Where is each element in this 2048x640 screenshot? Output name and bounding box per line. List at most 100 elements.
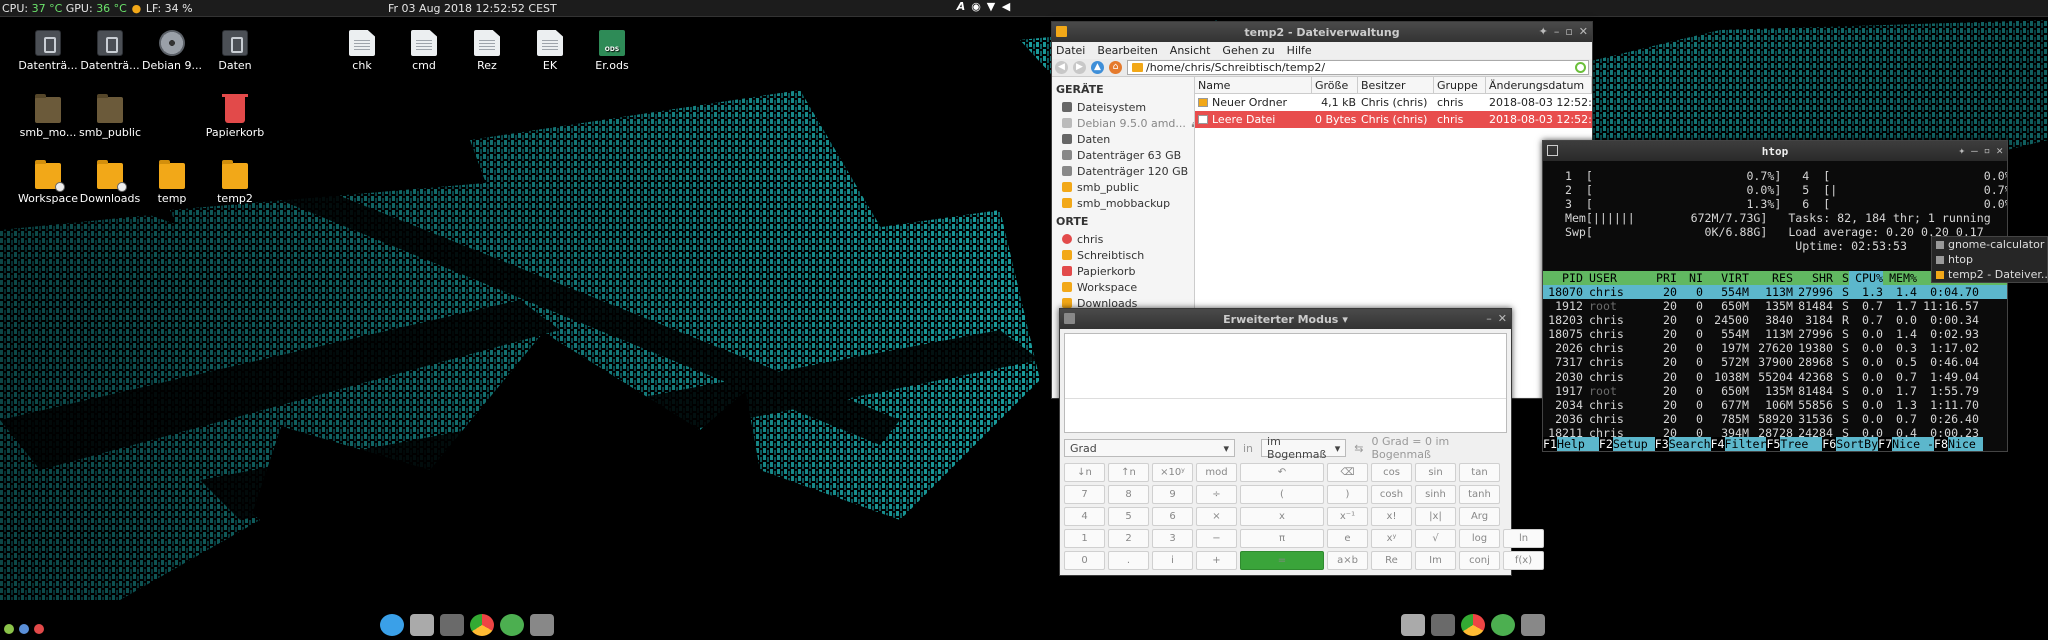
fkey-f2[interactable]: F2 [1598, 437, 1613, 451]
menu-gehen-zu[interactable]: Gehen zu [1222, 44, 1274, 57]
keyboard-layout-indicator[interactable]: A [955, 1, 967, 13]
calculator-icon[interactable] [1431, 614, 1455, 636]
desktop-icon-netfolder[interactable]: smb_public [78, 94, 142, 139]
column-header-cpu[interactable]: CPU% [1849, 271, 1883, 285]
volume-icon[interactable]: ◀ [1000, 1, 1012, 13]
sidebar-place-item[interactable]: Workspace [1056, 279, 1190, 295]
desktop-icon-folder[interactable]: temp2 [203, 160, 267, 205]
window-list-item[interactable]: temp2 - Dateiver... [1932, 267, 2047, 282]
process-row[interactable]: 18075 chris 20 0 554M 113M 27996 S 0.0 1.4 0:02.93 [1543, 327, 2007, 341]
desktop-icon-drive[interactable]: Daten [203, 30, 267, 72]
calc-key[interactable]: Re [1371, 551, 1412, 570]
calc-key[interactable]: ln [1503, 529, 1544, 548]
sidebar-device-item[interactable]: Debian 9.5.0 amd...⏏ [1056, 115, 1194, 131]
process-row[interactable]: 1917 root 20 0 650M 135M 81484 S 0.0 1.7 1:55.79 [1543, 384, 2007, 398]
calc-key[interactable]: ( [1240, 485, 1324, 504]
menu-bearbeiten[interactable]: Bearbeiten [1097, 44, 1157, 57]
column-name[interactable]: Name [1195, 77, 1312, 93]
desktop-icon-folder[interactable]: Workspace [16, 160, 80, 205]
desktop-icon-ods[interactable]: Er.ods [580, 30, 644, 72]
calc-key[interactable]: . [1108, 551, 1149, 570]
calc-key[interactable]: 2 [1108, 529, 1149, 548]
process-row[interactable]: 1912 root 20 0 650M 135M 81484 S 0.7 1.7 11:16.57 [1543, 299, 2007, 313]
desktop-icon-disc[interactable]: Debian 9... [140, 30, 204, 72]
process-row[interactable]: 7317 chris 20 0 572M 37900 28968 S 0.0 0.5 0:46.04 [1543, 355, 2007, 369]
file-row[interactable]: Neuer Ordner 4,1 kB Chris (chris) chris 2018… [1195, 94, 1592, 111]
calc-key[interactable]: tanh [1459, 485, 1500, 504]
laptop-icon[interactable] [410, 614, 434, 636]
calc-key[interactable]: − [1196, 529, 1237, 548]
forward-arrow-icon[interactable]: ▶ [1073, 61, 1086, 74]
sidebar-device-item[interactable]: Datenträger 120 GB [1056, 163, 1190, 179]
calculator-window[interactable]: Erweiterter Modus ▾ – ✕ Grad ▾ in im Bog… [1059, 308, 1544, 576]
window-list-item[interactable]: htop [1932, 252, 2047, 267]
network-globe-icon[interactable] [500, 614, 524, 636]
file-row[interactable]: Leere Datei 0 Bytes Chris (chris) chris 2018… [1195, 111, 1592, 128]
fkey-f7[interactable]: F7 [1878, 437, 1893, 451]
calc-key[interactable]: |x| [1415, 507, 1456, 526]
minimize-button[interactable]: – [1486, 312, 1492, 325]
calculator-titlebar[interactable]: Erweiterter Modus ▾ – ✕ [1060, 309, 1511, 329]
column-owner[interactable]: Besitzer [1358, 77, 1434, 93]
column-header-res[interactable]: RES [1749, 271, 1793, 285]
screenshot-icon[interactable] [1521, 614, 1545, 636]
chrome-icon[interactable] [1461, 614, 1485, 636]
calculator-display[interactable] [1064, 333, 1507, 433]
home-icon[interactable]: ⌂ [1109, 61, 1122, 74]
maximize-button[interactable]: ▫ [1565, 25, 1572, 38]
calc-key[interactable]: ×10ʸ [1152, 463, 1193, 482]
column-header-pid[interactable]: PID [1543, 271, 1583, 285]
file-manager-titlebar[interactable]: temp2 - Dateiverwaltung ✦ – ▫ ✕ [1052, 22, 1592, 42]
process-row[interactable]: 2026 chris 20 0 197M 27620 19380 S 0.0 0.3 1:17.02 [1543, 341, 2007, 355]
sidebar-place-item[interactable]: Papierkorb [1056, 263, 1190, 279]
window-list-item[interactable]: gnome-calculator [1932, 237, 2047, 252]
process-row[interactable]: 2034 chris 20 0 677M 106M 55856 S 0.0 1.3 1:11.70 [1543, 398, 2007, 412]
calc-key[interactable]: 5 [1108, 507, 1149, 526]
calc-key[interactable]: 0 [1064, 551, 1105, 570]
sidebar-device-item[interactable]: smb_mobbackup [1056, 195, 1190, 211]
column-header-user[interactable]: USER [1583, 271, 1649, 285]
htop-terminal-window[interactable]: htop ✦ – ▫ ✕ 1 [ 0.7%] 4 [ 0.0%] 2 [ 0.0… [1542, 140, 2008, 452]
calculator-mode-title[interactable]: Erweiterter Modus [1223, 313, 1338, 326]
calc-key[interactable]: π [1240, 529, 1324, 548]
calc-key[interactable]: ↓n [1064, 463, 1105, 482]
pin-icon[interactable]: ✦ [1539, 25, 1548, 38]
calc-key[interactable]: cosh [1371, 485, 1412, 504]
desktop-icon-doc[interactable]: EK [518, 30, 582, 72]
screenshot-icon[interactable] [530, 614, 554, 636]
power-icon[interactable] [34, 624, 44, 634]
column-header-ni[interactable]: NI [1677, 271, 1703, 285]
calc-key[interactable]: 3 [1152, 529, 1193, 548]
close-button[interactable]: ✕ [1996, 144, 2003, 157]
target-unit-select[interactable]: im Bogenmaß ▾ [1261, 435, 1347, 461]
desktop-icon-doc[interactable]: cmd [392, 30, 456, 72]
calc-key[interactable]: xʸ [1371, 529, 1412, 548]
angle-unit-select[interactable]: Grad ▾ [1064, 439, 1235, 457]
calc-key[interactable]: a×b [1327, 551, 1368, 570]
calc-key[interactable]: e [1327, 529, 1368, 548]
fkey-f3[interactable]: F3 [1654, 437, 1669, 451]
calc-key[interactable]: ↶ [1240, 463, 1324, 482]
process-row[interactable]: 2030 chris 20 0 1038M 55204 42368 S 0.0 0.7 1:49.0… [1543, 370, 2007, 384]
column-date[interactable]: Änderungsdatum [1486, 77, 1592, 93]
calc-key[interactable]: sin [1415, 463, 1456, 482]
maximize-button[interactable]: ▫ [1984, 144, 1991, 157]
clock[interactable]: Fr 03 Aug 2018 12:52:52 CEST [388, 2, 557, 15]
calc-key[interactable]: conj [1459, 551, 1500, 570]
calc-key[interactable]: √ [1415, 529, 1456, 548]
calc-key[interactable]: i [1152, 551, 1193, 570]
sidebar-device-item[interactable]: smb_public [1056, 179, 1190, 195]
calc-key[interactable]: x! [1371, 507, 1412, 526]
column-size[interactable]: Größe [1312, 77, 1358, 93]
menu-hilfe[interactable]: Hilfe [1287, 44, 1312, 57]
calc-key[interactable]: 9 [1152, 485, 1193, 504]
equals-button[interactable]: = [1240, 551, 1324, 570]
sidebar-device-item[interactable]: Daten [1056, 131, 1190, 147]
desktop-icon-netfolder[interactable]: smb_mo... [16, 94, 80, 139]
calc-key[interactable]: 1 [1064, 529, 1105, 548]
calc-key[interactable]: ) [1327, 485, 1368, 504]
calc-key[interactable]: + [1196, 551, 1237, 570]
calc-key[interactable]: sinh [1415, 485, 1456, 504]
desktop-icon-doc[interactable]: Rez [455, 30, 519, 72]
column-header-mem[interactable]: MEM% [1883, 271, 1917, 285]
